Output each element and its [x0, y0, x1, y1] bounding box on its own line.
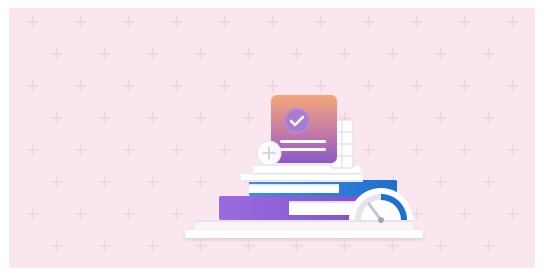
plus-circle-icon	[256, 140, 282, 166]
books-checklist-illustration	[185, 95, 423, 238]
hero-card	[9, 8, 535, 268]
base-platform	[185, 220, 423, 238]
